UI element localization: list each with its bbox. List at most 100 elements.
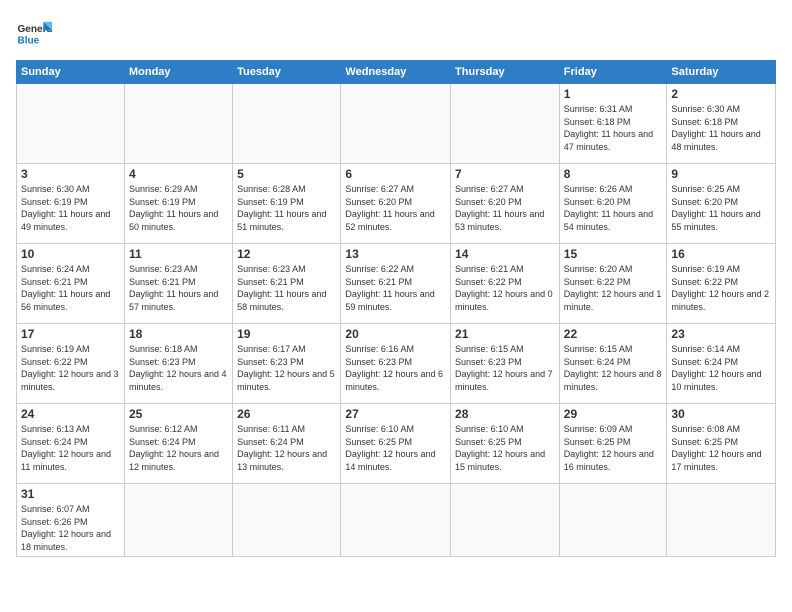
calendar-cell (233, 84, 341, 164)
day-info: Sunrise: 6:11 AM Sunset: 6:24 PM Dayligh… (237, 423, 336, 473)
logo-icon: General Blue (16, 16, 52, 52)
day-info: Sunrise: 6:24 AM Sunset: 6:21 PM Dayligh… (21, 263, 120, 313)
calendar-cell: 1 Sunrise: 6:31 AM Sunset: 6:18 PM Daylig… (559, 84, 667, 164)
day-info: Sunrise: 6:26 AM Sunset: 6:20 PM Dayligh… (564, 183, 663, 233)
day-info: Sunrise: 6:15 AM Sunset: 6:24 PM Dayligh… (564, 343, 663, 393)
day-number: 1 (564, 87, 663, 101)
day-number: 15 (564, 247, 663, 261)
day-number: 22 (564, 327, 663, 341)
day-info: Sunrise: 6:23 AM Sunset: 6:21 PM Dayligh… (237, 263, 336, 313)
calendar-cell: 26 Sunrise: 6:11 AM Sunset: 6:24 PM Dayli… (233, 404, 341, 484)
day-number: 26 (237, 407, 336, 421)
calendar-cell: 13Sunrise: 6:22 AM Sunset: 6:21 PM Dayli… (341, 244, 451, 324)
calendar-cell: 19 Sunrise: 6:17 AM Sunset: 6:23 PM Dayli… (233, 324, 341, 404)
calendar-cell: 23 Sunrise: 6:14 AM Sunset: 6:24 PM Dayli… (667, 324, 776, 404)
calendar-cell: 4Sunrise: 6:29 AM Sunset: 6:19 PM Daylig… (124, 164, 232, 244)
header-day-friday: Friday (559, 61, 667, 84)
svg-text:Blue: Blue (17, 35, 39, 46)
calendar-cell: 10 Sunrise: 6:24 AM Sunset: 6:21 PM Dayli… (17, 244, 125, 324)
calendar-cell: 15Sunrise: 6:20 AM Sunset: 6:22 PM Dayli… (559, 244, 667, 324)
day-info: Sunrise: 6:30 AM Sunset: 6:19 PM Dayligh… (21, 183, 120, 233)
day-info: Sunrise: 6:28 AM Sunset: 6:19 PM Dayligh… (237, 183, 336, 233)
week-row-2: 10 Sunrise: 6:24 AM Sunset: 6:21 PM Dayli… (17, 244, 776, 324)
day-number: 23 (671, 327, 771, 341)
calendar-cell: 3 Sunrise: 6:30 AM Sunset: 6:19 PM Daylig… (17, 164, 125, 244)
day-number: 20 (345, 327, 446, 341)
header-day-wednesday: Wednesday (341, 61, 451, 84)
day-number: 31 (21, 487, 120, 501)
header-day-sunday: Sunday (17, 61, 125, 84)
day-number: 16 (671, 247, 771, 261)
day-number: 13 (345, 247, 446, 261)
header-day-saturday: Saturday (667, 61, 776, 84)
calendar-cell: 24 Sunrise: 6:13 AM Sunset: 6:24 PM Dayli… (17, 404, 125, 484)
calendar-cell: 21Sunrise: 6:15 AM Sunset: 6:23 PM Dayli… (451, 324, 560, 404)
day-info: Sunrise: 6:18 AM Sunset: 6:23 PM Dayligh… (129, 343, 228, 393)
calendar-cell (233, 484, 341, 557)
day-number: 30 (671, 407, 771, 421)
calendar-cell (451, 484, 560, 557)
day-info: Sunrise: 6:29 AM Sunset: 6:19 PM Dayligh… (129, 183, 228, 233)
day-info: Sunrise: 6:25 AM Sunset: 6:20 PM Dayligh… (671, 183, 771, 233)
day-number: 28 (455, 407, 555, 421)
day-info: Sunrise: 6:27 AM Sunset: 6:20 PM Dayligh… (345, 183, 446, 233)
calendar-cell: 31 Sunrise: 6:07 AM Sunset: 6:26 PM Dayli… (17, 484, 125, 557)
day-number: 29 (564, 407, 663, 421)
calendar-cell (341, 84, 451, 164)
calendar-cell: 22 Sunrise: 6:15 AM Sunset: 6:24 PM Dayli… (559, 324, 667, 404)
day-number: 8 (564, 167, 663, 181)
day-number: 2 (671, 87, 771, 101)
header-day-tuesday: Tuesday (233, 61, 341, 84)
day-info: Sunrise: 6:17 AM Sunset: 6:23 PM Dayligh… (237, 343, 336, 393)
calendar-cell: 30 Sunrise: 6:08 AM Sunset: 6:25 PM Dayli… (667, 404, 776, 484)
day-number: 18 (129, 327, 228, 341)
day-info: Sunrise: 6:19 AM Sunset: 6:22 PM Dayligh… (21, 343, 120, 393)
week-row-4: 24 Sunrise: 6:13 AM Sunset: 6:24 PM Dayli… (17, 404, 776, 484)
day-number: 12 (237, 247, 336, 261)
logo: General Blue (16, 16, 52, 52)
header-row: SundayMondayTuesdayWednesdayThursdayFrid… (17, 61, 776, 84)
day-info: Sunrise: 6:16 AM Sunset: 6:23 PM Dayligh… (345, 343, 446, 393)
day-info: Sunrise: 6:10 AM Sunset: 6:25 PM Dayligh… (455, 423, 555, 473)
calendar-cell (341, 484, 451, 557)
day-number: 19 (237, 327, 336, 341)
week-row-5: 31 Sunrise: 6:07 AM Sunset: 6:26 PM Dayli… (17, 484, 776, 557)
day-number: 3 (21, 167, 120, 181)
day-info: Sunrise: 6:30 AM Sunset: 6:18 PM Dayligh… (671, 103, 771, 153)
day-info: Sunrise: 6:14 AM Sunset: 6:24 PM Dayligh… (671, 343, 771, 393)
day-info: Sunrise: 6:21 AM Sunset: 6:22 PM Dayligh… (455, 263, 555, 313)
day-number: 9 (671, 167, 771, 181)
day-number: 7 (455, 167, 555, 181)
calendar-cell: 5 Sunrise: 6:28 AM Sunset: 6:19 PM Daylig… (233, 164, 341, 244)
day-info: Sunrise: 6:31 AM Sunset: 6:18 PM Dayligh… (564, 103, 663, 153)
header-day-thursday: Thursday (451, 61, 560, 84)
day-number: 27 (345, 407, 446, 421)
calendar-cell: 25 Sunrise: 6:12 AM Sunset: 6:24 PM Dayli… (124, 404, 232, 484)
day-info: Sunrise: 6:12 AM Sunset: 6:24 PM Dayligh… (129, 423, 228, 473)
calendar-cell: 28 Sunrise: 6:10 AM Sunset: 6:25 PM Dayli… (451, 404, 560, 484)
calendar-table: SundayMondayTuesdayWednesdayThursdayFrid… (16, 60, 776, 557)
week-row-0: 1 Sunrise: 6:31 AM Sunset: 6:18 PM Daylig… (17, 84, 776, 164)
day-info: Sunrise: 6:10 AM Sunset: 6:25 PM Dayligh… (345, 423, 446, 473)
header-day-monday: Monday (124, 61, 232, 84)
day-number: 6 (345, 167, 446, 181)
calendar-cell: 9 Sunrise: 6:25 AM Sunset: 6:20 PM Daylig… (667, 164, 776, 244)
day-number: 17 (21, 327, 120, 341)
day-number: 5 (237, 167, 336, 181)
header: General Blue (16, 16, 776, 52)
week-row-3: 17 Sunrise: 6:19 AM Sunset: 6:22 PM Dayli… (17, 324, 776, 404)
day-number: 21 (455, 327, 555, 341)
calendar-cell: 8 Sunrise: 6:26 AM Sunset: 6:20 PM Daylig… (559, 164, 667, 244)
day-info: Sunrise: 6:27 AM Sunset: 6:20 PM Dayligh… (455, 183, 555, 233)
day-info: Sunrise: 6:07 AM Sunset: 6:26 PM Dayligh… (21, 503, 120, 553)
day-info: Sunrise: 6:08 AM Sunset: 6:25 PM Dayligh… (671, 423, 771, 473)
calendar-cell: 11Sunrise: 6:23 AM Sunset: 6:21 PM Dayli… (124, 244, 232, 324)
day-number: 10 (21, 247, 120, 261)
day-info: Sunrise: 6:13 AM Sunset: 6:24 PM Dayligh… (21, 423, 120, 473)
day-number: 25 (129, 407, 228, 421)
week-row-1: 3 Sunrise: 6:30 AM Sunset: 6:19 PM Daylig… (17, 164, 776, 244)
calendar-cell: 20 Sunrise: 6:16 AM Sunset: 6:23 PM Dayli… (341, 324, 451, 404)
calendar-cell (17, 84, 125, 164)
day-number: 24 (21, 407, 120, 421)
day-number: 14 (455, 247, 555, 261)
